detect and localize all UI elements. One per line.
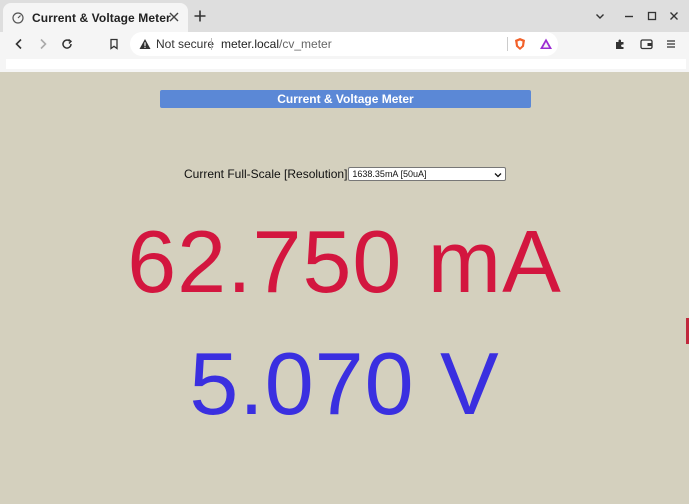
close-window-icon[interactable] <box>665 7 683 25</box>
url-separator <box>211 38 212 50</box>
page-title: Current & Voltage Meter <box>160 90 531 108</box>
chevron-down-icon <box>494 170 502 178</box>
brave-shield-icon[interactable] <box>511 35 529 53</box>
current-reading: 62.750 mA <box>127 212 562 311</box>
chevron-down-icon[interactable] <box>591 7 609 25</box>
warning-icon[interactable] <box>136 35 154 53</box>
full-scale-row: Current Full-Scale [Resolution] 1638.35m… <box>184 167 507 181</box>
voltage-reading: 5.070 V <box>189 334 500 433</box>
bookmarks-bar <box>0 56 689 72</box>
menu-icon[interactable] <box>662 35 680 53</box>
brave-rewards-icon[interactable] <box>537 35 555 53</box>
gauge-icon <box>12 11 24 24</box>
address-bar[interactable]: Not secure meter.local/cv_meter <box>130 32 558 56</box>
url-text[interactable]: meter.local/cv_meter <box>221 37 332 51</box>
minimize-icon[interactable] <box>620 7 638 25</box>
full-scale-select[interactable]: 1638.35mA [50uA] <box>348 167 507 181</box>
maximize-icon[interactable] <box>643 7 661 25</box>
tab-title: Current & Voltage Meter <box>32 10 171 25</box>
wallet-icon[interactable] <box>637 35 655 53</box>
full-scale-selected-value: 1638.35mA [50uA] <box>352 169 427 179</box>
reload-icon[interactable] <box>58 35 76 53</box>
url-host: meter.local <box>221 37 280 51</box>
browser-toolbar: Not secure meter.local/cv_meter <box>0 32 689 56</box>
full-scale-label: Current Full-Scale [Resolution] <box>184 167 348 181</box>
url-path: /cv_meter <box>279 37 332 51</box>
bookmarks-bar-area <box>6 59 686 69</box>
forward-icon[interactable] <box>34 35 52 53</box>
back-icon[interactable] <box>10 35 28 53</box>
meter-page: Current & Voltage Meter Current Full-Sca… <box>0 78 689 504</box>
close-icon[interactable] <box>166 9 182 25</box>
extensions-icon[interactable] <box>611 35 629 53</box>
tab-strip: Current & Voltage Meter <box>0 0 689 32</box>
omnibox-divider <box>507 37 508 51</box>
plus-icon[interactable] <box>191 7 209 25</box>
tab-current-voltage-meter[interactable]: Current & Voltage Meter <box>3 3 188 32</box>
bookmark-icon[interactable] <box>105 35 123 53</box>
security-label[interactable]: Not secure <box>156 37 214 51</box>
